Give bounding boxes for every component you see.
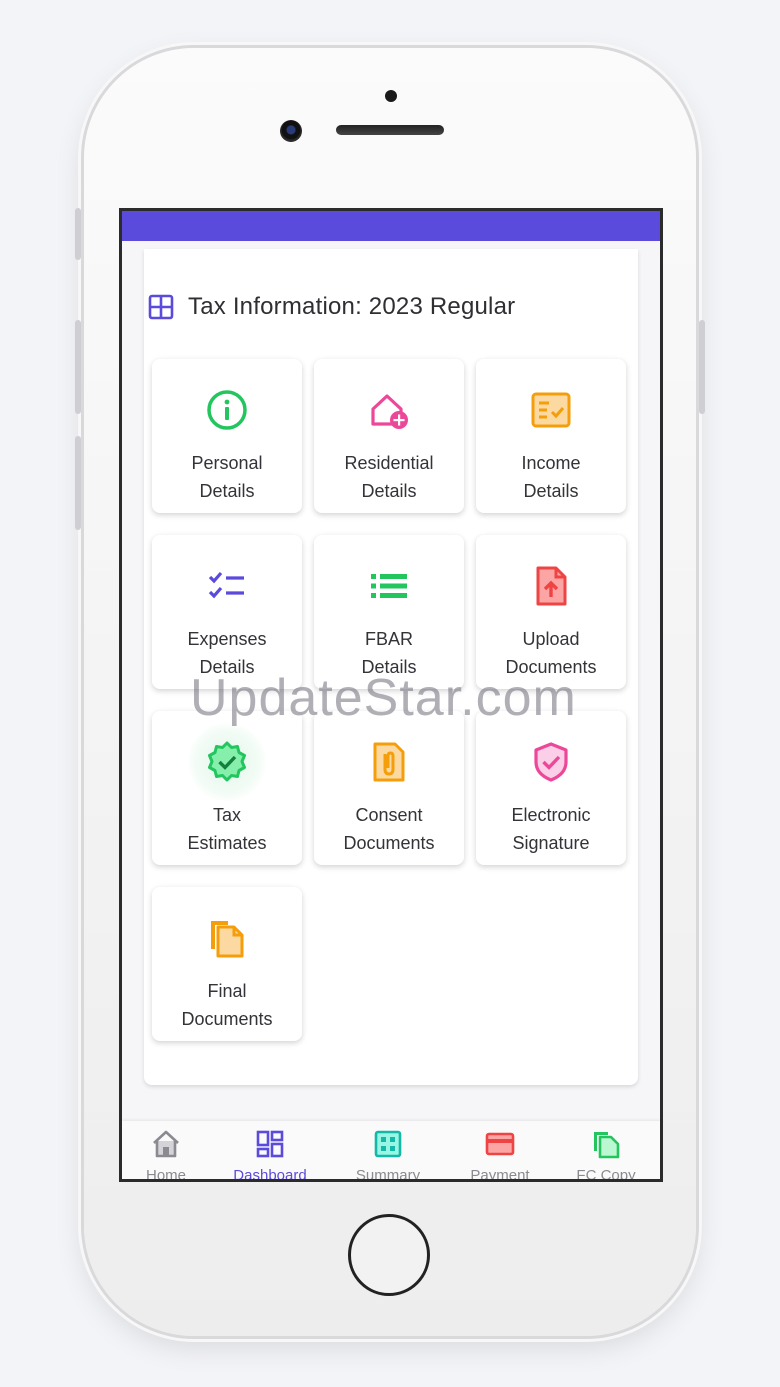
tile-label-line2: Documents xyxy=(343,833,435,853)
page-header: Tax Information: 2023 Regular xyxy=(148,293,515,321)
tile-label-line2: Details xyxy=(523,481,579,501)
info-icon xyxy=(207,390,247,430)
nav-item-payment[interactable]: Payment xyxy=(450,1129,550,1182)
tile-label-line1: Residential xyxy=(344,453,434,473)
power-button xyxy=(699,320,705,414)
checklist-doc-icon xyxy=(531,392,571,428)
check-list-icon xyxy=(208,571,244,599)
home-add-icon xyxy=(371,394,408,429)
tile-label: Residential Details xyxy=(314,449,464,505)
tile-label-line1: FBAR xyxy=(364,629,413,649)
tile-personal-details[interactable]: Personal Details xyxy=(152,359,302,513)
tile-final-documents[interactable]: Final Documents xyxy=(152,887,302,1041)
tile-label: Personal Details xyxy=(152,449,302,505)
tile-expenses-details[interactable]: Expenses Details xyxy=(152,535,302,689)
tile-label-line1: Income xyxy=(521,453,581,473)
tile-label-line2: Signature xyxy=(512,833,590,853)
tile-label: Upload Documents xyxy=(476,625,626,681)
bottom-navigation: Home Dashboard Summary Payment FC Copy xyxy=(122,1121,660,1182)
summary-icon xyxy=(374,1130,402,1158)
tile-label-line1: Expenses xyxy=(187,629,267,649)
tile-label: Electronic Signature xyxy=(476,801,626,857)
nav-label: Dashboard xyxy=(233,1167,307,1182)
earpiece-speaker xyxy=(336,125,444,135)
tile-label-line2: Details xyxy=(199,657,255,677)
tile-label: Tax Estimates xyxy=(152,801,302,857)
nav-label: FC Copy xyxy=(576,1167,636,1182)
tax-info-card: Tax Information: 2023 Regular Personal D… xyxy=(144,249,638,1085)
front-camera xyxy=(280,120,302,142)
tile-label: Final Documents xyxy=(152,977,302,1033)
tile-label-line1: Upload xyxy=(522,629,580,649)
tile-upload-documents[interactable]: Upload Documents xyxy=(476,535,626,689)
screenshot-stage: Tax Information: 2023 Regular Personal D… xyxy=(0,0,780,1387)
tile-label-line2: Estimates xyxy=(187,833,267,853)
tile-label-line2: Details xyxy=(199,481,255,501)
grid-icon xyxy=(148,294,174,320)
main-content: Tax Information: 2023 Regular Personal D… xyxy=(122,241,660,1121)
nav-label: Payment xyxy=(470,1167,530,1182)
volume-down-button xyxy=(75,436,81,530)
copy-file-icon xyxy=(211,921,244,958)
tile-label-line1: Tax xyxy=(212,805,241,825)
tile-consent-documents[interactable]: Consent Documents xyxy=(314,711,464,865)
tile-tax-estimates[interactable]: Tax Estimates xyxy=(152,711,302,865)
nav-item-summary[interactable]: Summary xyxy=(338,1129,438,1182)
tile-electronic-signature[interactable]: Electronic Signature xyxy=(476,711,626,865)
home-icon xyxy=(153,1130,179,1158)
nav-item-home[interactable]: Home xyxy=(122,1129,216,1182)
bullet-list-icon xyxy=(371,574,407,598)
nav-label: Summary xyxy=(355,1167,421,1182)
paperclip-doc-icon xyxy=(373,742,405,782)
shield-check-icon xyxy=(534,742,568,782)
dashboard-icon xyxy=(256,1130,284,1158)
tile-label: Expenses Details xyxy=(152,625,302,681)
tile-label: Income Details xyxy=(476,449,626,505)
status-bar xyxy=(122,211,660,241)
copy-icon xyxy=(594,1132,620,1159)
tile-label: Consent Documents xyxy=(314,801,464,857)
tile-label-line1: Final xyxy=(207,981,247,1001)
tile-label-line2: Details xyxy=(361,657,417,677)
mute-switch xyxy=(75,208,81,260)
page-title: Tax Information: 2023 Regular xyxy=(188,293,516,320)
upload-file-icon xyxy=(536,566,567,606)
home-hardware-button[interactable] xyxy=(348,1214,430,1296)
tile-fbar-details[interactable]: FBAR Details xyxy=(314,535,464,689)
nav-item-fc-copy[interactable]: FC Copy xyxy=(556,1129,656,1182)
tile-label-line2: Details xyxy=(361,481,417,501)
tile-income-details[interactable]: Income Details xyxy=(476,359,626,513)
proximity-sensor xyxy=(385,90,397,102)
tile-label-line1: Personal xyxy=(191,453,263,473)
volume-up-button xyxy=(75,320,81,414)
tile-residential-details[interactable]: Residential Details xyxy=(314,359,464,513)
tile-label-line1: Consent xyxy=(355,805,423,825)
tile-label: FBAR Details xyxy=(314,625,464,681)
verified-badge-icon xyxy=(208,741,246,782)
card-icon xyxy=(485,1132,515,1156)
tile-label-line2: Documents xyxy=(505,657,597,677)
tile-label-line1: Electronic xyxy=(511,805,591,825)
nav-item-dashboard[interactable]: Dashboard xyxy=(220,1129,320,1182)
tile-label-line2: Documents xyxy=(181,1009,273,1029)
nav-label: Home xyxy=(145,1167,186,1182)
app-screen: Tax Information: 2023 Regular Personal D… xyxy=(119,208,663,1182)
